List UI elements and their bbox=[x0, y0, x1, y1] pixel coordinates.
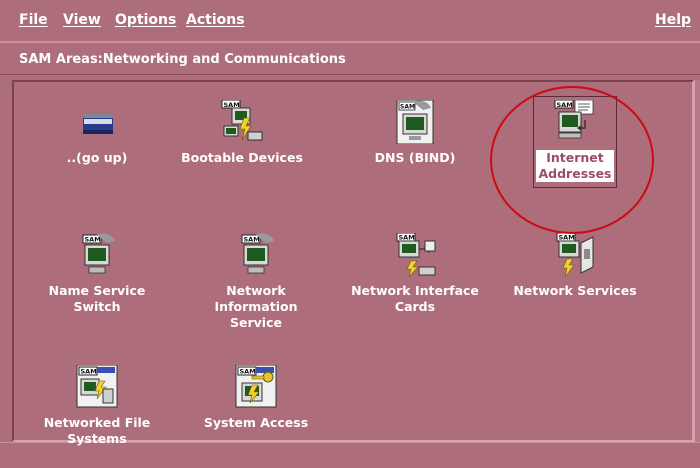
network-interface-cards-icon: SAM bbox=[393, 233, 437, 277]
item-networked-file-systems[interactable]: SAM Networked File Systems bbox=[27, 365, 167, 447]
item-system-access[interactable]: SAM System Access bbox=[186, 365, 326, 431]
svg-text:SAM: SAM bbox=[240, 368, 256, 376]
internet-addresses-icon: SAM bbox=[553, 100, 597, 144]
area-title: SAM Areas:Networking and Communications bbox=[19, 52, 346, 67]
item-label: ..(go up) bbox=[66, 150, 128, 165]
svg-text:SAM: SAM bbox=[399, 234, 415, 242]
item-network-services[interactable]: SAM Network Services bbox=[505, 233, 645, 299]
item-label: Bootable Devices bbox=[181, 150, 303, 165]
item-label: Network Services bbox=[513, 283, 637, 298]
item-network-interface-cards[interactable]: SAM Network Interface Cards bbox=[345, 233, 485, 315]
item-label: Network Information Service bbox=[214, 283, 298, 330]
item-label: Networked File Systems bbox=[43, 415, 151, 446]
menu-view[interactable]: View bbox=[63, 12, 101, 28]
item-internet-addresses[interactable]: SAM Internet Addresses bbox=[505, 100, 645, 182]
item-label: Network Interface Cards bbox=[351, 283, 479, 314]
menu-help[interactable]: Help bbox=[655, 12, 691, 28]
menu-bar: File View Options Actions Help bbox=[0, 0, 700, 42]
area-header: SAM Areas:Networking and Communications bbox=[0, 42, 700, 75]
svg-text:SAM: SAM bbox=[85, 236, 101, 244]
network-services-icon: SAM bbox=[553, 233, 597, 277]
bootable-devices-icon: SAM bbox=[220, 100, 264, 144]
item-label: Internet Addresses bbox=[536, 150, 614, 182]
svg-text:SAM: SAM bbox=[557, 101, 573, 109]
menu-options[interactable]: Options bbox=[115, 12, 176, 28]
item-go-up[interactable]: ..(go up) bbox=[27, 100, 167, 166]
item-bootable-devices[interactable]: SAM Bootable Devices bbox=[172, 100, 312, 166]
network-information-service-icon: SAM bbox=[234, 233, 278, 277]
folder-up-icon bbox=[75, 100, 119, 144]
item-label: Name Service Switch bbox=[48, 283, 146, 314]
system-access-icon: SAM bbox=[234, 365, 278, 409]
item-name-service-switch[interactable]: SAM Name Service Switch bbox=[27, 233, 167, 315]
item-dns-bind[interactable]: SAM DNS (BIND) bbox=[345, 100, 485, 166]
svg-text:SAM: SAM bbox=[400, 104, 415, 111]
svg-text:SAM: SAM bbox=[559, 234, 575, 242]
item-label: System Access bbox=[203, 415, 309, 430]
networked-file-systems-icon: SAM bbox=[75, 365, 119, 409]
menu-actions[interactable]: Actions bbox=[186, 12, 245, 28]
name-service-switch-icon: SAM bbox=[75, 233, 119, 277]
svg-text:SAM: SAM bbox=[244, 236, 260, 244]
item-label: DNS (BIND) bbox=[374, 150, 456, 165]
item-network-information-service[interactable]: SAM Network Information Service bbox=[186, 233, 326, 331]
dns-bind-icon: SAM bbox=[393, 100, 437, 144]
svg-text:SAM: SAM bbox=[81, 368, 97, 376]
menu-file[interactable]: File bbox=[19, 12, 48, 28]
vertical-scrollbar[interactable] bbox=[694, 80, 700, 442]
